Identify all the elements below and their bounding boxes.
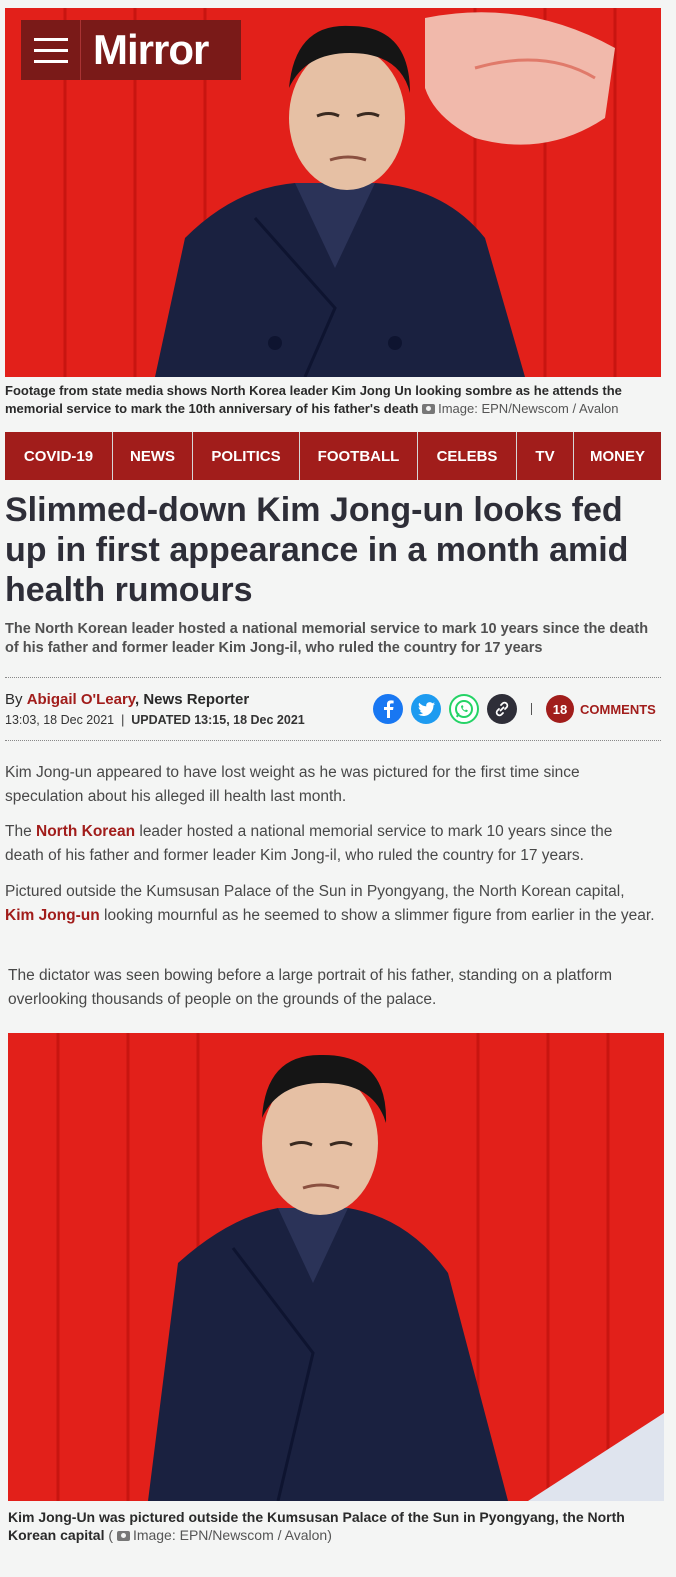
facebook-icon[interactable] [373, 694, 403, 724]
section-nav: COVID-19 NEWS POLITICS FOOTBALL CELEBS T… [5, 432, 661, 480]
paragraph-text: Pictured outside the Kumsusan Palace of … [5, 883, 625, 900]
article-headline: Slimmed-down Kim Jong-un looks fed up in… [5, 491, 629, 609]
paragraph-text: looking mournful as he seemed to show a … [99, 907, 655, 924]
author-link[interactable]: Abigail O'Leary [27, 691, 135, 708]
nav-item-football[interactable]: FOOTBALL [300, 432, 418, 480]
nav-item-tv[interactable]: TV [517, 432, 574, 480]
article-paragraph: Kim Jong-un appeared to have lost weight… [5, 764, 580, 805]
photo-credit-text: Image: EPN/Newscom / Avalon) [132, 1527, 332, 1543]
nav-item-money[interactable]: MONEY [574, 432, 661, 480]
paragraph-text: The [5, 823, 37, 840]
published-time: 13:03, 18 Dec 2021 [5, 713, 115, 727]
dateline: 13:03, 18 Dec 2021 | UPDATED 13:15, 18 D… [5, 713, 305, 727]
nav-item-covid[interactable]: COVID-19 [5, 432, 113, 480]
byline: By Abigail O'Leary, News Reporter [5, 691, 249, 708]
credit-open: ( [104, 1527, 117, 1543]
share-bar: 18 COMMENTS [373, 694, 656, 724]
whatsapp-icon[interactable] [449, 694, 479, 724]
mirror-logo[interactable]: Mirror [81, 26, 209, 74]
twitter-icon[interactable] [411, 694, 441, 724]
article-paragraph: Pictured outside the Kumsusan Palace of … [5, 880, 655, 928]
divider [5, 740, 661, 741]
hero-caption: Footage from state media shows North Kor… [5, 382, 661, 418]
north-korean-link[interactable]: North Korean [36, 823, 135, 840]
hero-credit: Image: EPN/Newscom / Avalon [422, 401, 619, 416]
byline-prefix: By [5, 691, 23, 708]
mirror-logo-bar[interactable]: Mirror [21, 20, 241, 80]
hero-credit-text: Image: EPN/Newscom / Avalon [438, 401, 619, 416]
hamburger-menu-icon[interactable] [21, 20, 81, 80]
article-paragraph: The North Korean leader hosted a nationa… [5, 820, 655, 868]
article-photo-caption: Kim Jong-Un was pictured outside the Kum… [8, 1508, 658, 1544]
share-separator [531, 703, 532, 715]
nav-item-news[interactable]: NEWS [113, 432, 193, 480]
article-photo-image [8, 1033, 664, 1501]
comments-count-badge[interactable]: 18 [546, 695, 574, 723]
nav-item-celebs[interactable]: CELEBS [418, 432, 517, 480]
divider [5, 677, 661, 678]
link-icon[interactable] [487, 694, 517, 724]
kim-jong-un-link[interactable]: Kim Jong-un [5, 907, 100, 924]
article-photo[interactable] [8, 1033, 664, 1501]
nav-item-politics[interactable]: POLITICS [193, 432, 300, 480]
article-standfirst: The North Korean leader hosted a nationa… [5, 621, 649, 656]
camera-icon [116, 1531, 130, 1541]
hero-image: Mirror [5, 8, 661, 377]
article-paragraph: The dictator was seen bowing before a la… [8, 967, 612, 1008]
comments-link[interactable]: COMMENTS [580, 702, 656, 717]
updated-time: UPDATED 13:15, 18 Dec 2021 [131, 713, 305, 727]
author-role: , News Reporter [135, 691, 250, 708]
camera-icon [422, 404, 436, 414]
photo-credit: ( Image: EPN/Newscom / Avalon) [104, 1527, 332, 1543]
